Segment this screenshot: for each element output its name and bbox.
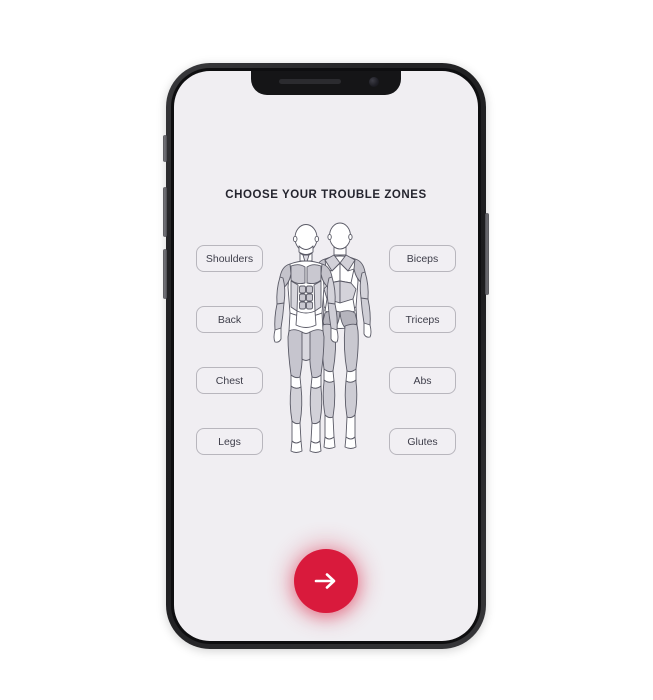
page-title: CHOOSE YOUR TROUBLE ZONES bbox=[225, 189, 427, 201]
arrow-right-icon bbox=[313, 571, 339, 591]
notch bbox=[251, 71, 401, 95]
zone-button-abs[interactable]: Abs bbox=[389, 367, 456, 394]
zone-button-column-right: Biceps Triceps Abs Glutes bbox=[389, 245, 456, 455]
zone-button-glutes[interactable]: Glutes bbox=[389, 428, 456, 455]
zone-button-chest[interactable]: Chest bbox=[196, 367, 263, 394]
zone-button-shoulders[interactable]: Shoulders bbox=[196, 245, 263, 272]
volume-down-button[interactable] bbox=[163, 249, 167, 299]
phone-screen: CHOOSE YOUR TROUBLE ZONES Shoulders Back… bbox=[174, 71, 478, 641]
earpiece-speaker-icon bbox=[279, 79, 341, 84]
power-button[interactable] bbox=[485, 213, 489, 295]
zone-button-legs[interactable]: Legs bbox=[196, 428, 263, 455]
front-camera-icon bbox=[369, 77, 379, 87]
continue-button[interactable] bbox=[294, 549, 358, 613]
zone-button-back[interactable]: Back bbox=[196, 306, 263, 333]
zone-button-biceps[interactable]: Biceps bbox=[389, 245, 456, 272]
phone-frame: CHOOSE YOUR TROUBLE ZONES Shoulders Back… bbox=[163, 63, 489, 649]
silent-switch[interactable] bbox=[163, 135, 167, 162]
zone-button-triceps[interactable]: Triceps bbox=[389, 306, 456, 333]
anatomy-muscle-figures-icon bbox=[261, 219, 391, 464]
zone-button-column-left: Shoulders Back Chest Legs bbox=[196, 245, 263, 455]
volume-up-button[interactable] bbox=[163, 187, 167, 237]
